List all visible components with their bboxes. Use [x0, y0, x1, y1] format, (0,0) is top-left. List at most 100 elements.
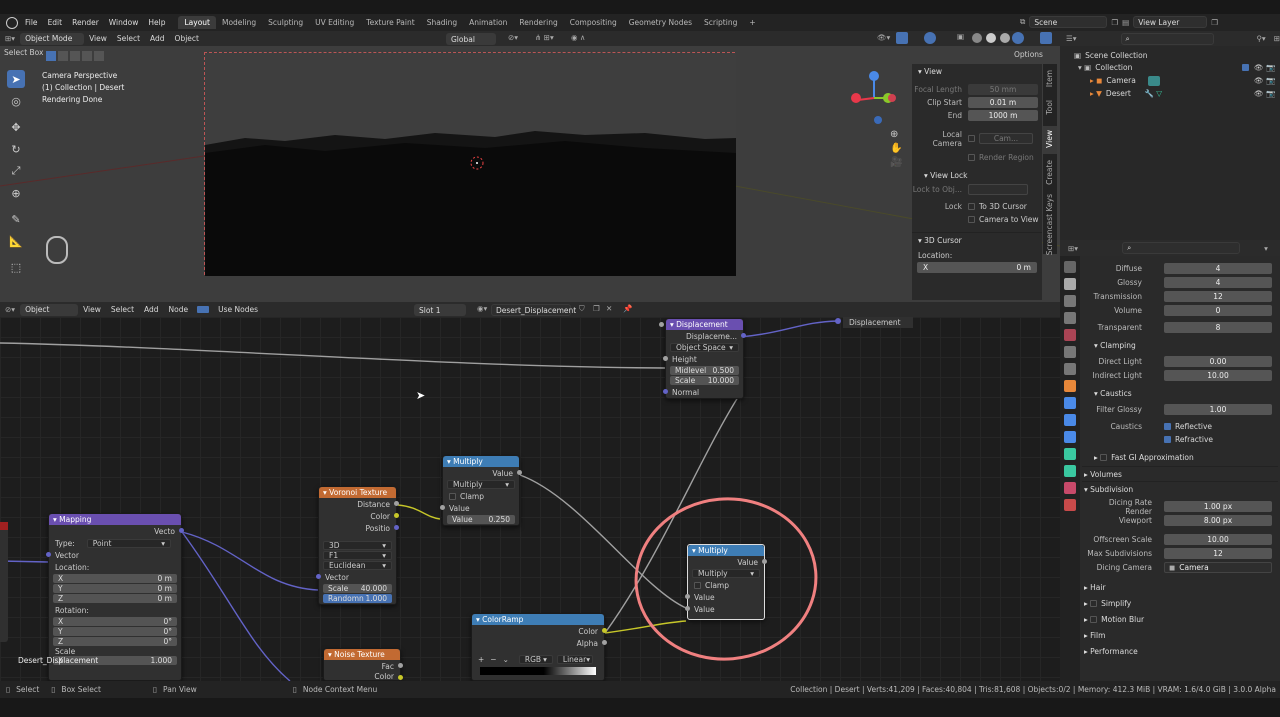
- location-z-field[interactable]: Z 0 m: [53, 594, 177, 603]
- tab-texture-paint[interactable]: Texture Paint: [360, 16, 420, 29]
- node-editor-type-icon[interactable]: ⊘▾: [0, 305, 20, 314]
- noise-texture-node[interactable]: ▾ Noise Texture Fac Color: [323, 648, 403, 681]
- view-section-header[interactable]: ▾ View: [912, 64, 1042, 79]
- lock-to-object-field[interactable]: [968, 184, 1028, 195]
- use-nodes-checkbox[interactable]: [197, 306, 210, 313]
- simplify-header[interactable]: ▸ Simplify: [1082, 596, 1278, 611]
- multiply-2-clamp-checkbox[interactable]: [694, 581, 701, 589]
- height-socket[interactable]: [663, 356, 668, 361]
- constraints-tab-icon[interactable]: [1064, 448, 1076, 460]
- editor-type-icon[interactable]: ⊞▾: [0, 34, 20, 43]
- multiply-1-input-2[interactable]: Value 0.250: [447, 515, 515, 524]
- filter-glossy-field[interactable]: 1.00: [1164, 404, 1272, 415]
- reflective-checkbox[interactable]: [1164, 423, 1171, 430]
- midlevel-socket[interactable]: [659, 322, 664, 327]
- transparent-field[interactable]: 8: [1164, 322, 1272, 333]
- multiply-1-op-dropdown[interactable]: Multiply ▾: [447, 480, 515, 489]
- displacement-node-header[interactable]: ▾ Displacement: [666, 319, 743, 330]
- select-subtract-icon[interactable]: [70, 51, 80, 61]
- mapping-vector-socket[interactable]: [46, 552, 51, 557]
- subdivision-header[interactable]: ▾ Subdivision: [1082, 481, 1278, 496]
- midlevel-field[interactable]: Midlevel 0.500: [659, 322, 739, 375]
- select-tool-icon[interactable]: ➤: [7, 70, 25, 88]
- blender-logo-icon[interactable]: [6, 16, 18, 29]
- add-workspace-icon[interactable]: +: [743, 16, 761, 29]
- multiply-node-1[interactable]: ▾ Multiply Value Multiply ▾ Clamp Value V…: [440, 455, 522, 526]
- colorramp-header[interactable]: ▾ ColorRamp: [472, 614, 604, 625]
- voronoi-header[interactable]: ▾ Voronoi Texture: [319, 487, 396, 498]
- rotation-x-field[interactable]: X 0°: [53, 617, 177, 626]
- shading-wire-icon[interactable]: [972, 33, 982, 43]
- tab-modeling[interactable]: Modeling: [216, 16, 262, 29]
- multiply-node-2[interactable]: ▾ Multiply Value Multiply ▾ Clamp Value V…: [685, 544, 767, 620]
- focal-length-field[interactable]: 50 mm: [968, 84, 1038, 95]
- collection-visibility-icon[interactable]: 👁: [1254, 63, 1264, 72]
- pin-icon[interactable]: 📌: [618, 304, 637, 313]
- view-layer-tab-icon[interactable]: [1064, 312, 1076, 324]
- rotation-y-field[interactable]: Y 0°: [53, 627, 177, 636]
- max-subdivisions-field[interactable]: 12: [1164, 548, 1272, 559]
- zoom-icon[interactable]: ⊕: [890, 128, 902, 142]
- noise-color-socket[interactable]: [398, 675, 403, 680]
- tab-item[interactable]: Item: [1045, 70, 1054, 87]
- tab-screencast-keys[interactable]: Screencast Keys: [1045, 194, 1054, 255]
- colorramp-alpha-socket[interactable]: [602, 640, 607, 645]
- material-output-node[interactable]: Displacement: [843, 317, 913, 328]
- voronoi-vector-socket[interactable]: [316, 574, 321, 579]
- caustics-header[interactable]: ▾ Caustics: [1082, 386, 1278, 401]
- view-lock-header[interactable]: ▾ View Lock: [912, 168, 1042, 183]
- tool-tab-icon[interactable]: [1064, 261, 1076, 273]
- orientation-dropdown[interactable]: Global: [446, 33, 496, 45]
- menu-window[interactable]: Window: [104, 18, 144, 27]
- tab-sculpting[interactable]: Sculpting: [262, 16, 309, 29]
- xray-icon[interactable]: ▣: [952, 32, 969, 41]
- options-dropdown[interactable]: Options: [1014, 50, 1043, 59]
- tab-animation[interactable]: Animation: [463, 16, 513, 29]
- new-collection-icon[interactable]: ⊞: [1274, 34, 1280, 43]
- measure-tool-icon[interactable]: 📐: [7, 232, 25, 250]
- object-mode-dropdown[interactable]: Object Mode: [20, 32, 85, 45]
- select-intersect-icon[interactable]: [94, 51, 104, 61]
- properties-editor-icon[interactable]: ⊞▾: [1068, 244, 1078, 253]
- multiply-1-in1-socket[interactable]: [440, 505, 445, 510]
- camera-view-icon[interactable]: 🎥: [890, 156, 902, 170]
- tab-shading[interactable]: Shading: [421, 16, 463, 29]
- colorramp-color-socket[interactable]: [602, 628, 607, 633]
- dicing-camera-field[interactable]: ◼ Camera: [1164, 562, 1272, 573]
- shader-type-dropdown[interactable]: Object: [20, 303, 79, 316]
- node-editor[interactable]: Displacement ➤ ▾ Displacement Displaceme…: [0, 317, 1060, 681]
- camera-to-view-checkbox[interactable]: [968, 216, 975, 223]
- location-y-field[interactable]: Y 0 m: [53, 584, 177, 593]
- tab-geometry-nodes[interactable]: Geometry Nodes: [623, 16, 698, 29]
- voronoi-dimension-dropdown[interactable]: 3D ▾: [323, 541, 392, 550]
- hair-header[interactable]: ▸ Hair: [1082, 580, 1278, 595]
- object-tab-icon[interactable]: [1064, 380, 1076, 392]
- tab-create[interactable]: Create: [1045, 160, 1054, 185]
- desert-render-icon[interactable]: 📷: [1266, 89, 1275, 98]
- shading-material-icon[interactable]: [1000, 33, 1010, 43]
- move-tool-icon[interactable]: ✥: [7, 118, 25, 136]
- voronoi-color-socket[interactable]: [394, 513, 399, 518]
- select-extend-icon[interactable]: [58, 51, 68, 61]
- modifiers-tab-icon[interactable]: [1064, 397, 1076, 409]
- mapping-header[interactable]: ▾ Mapping: [49, 514, 181, 525]
- multiply-1-output-socket[interactable]: [517, 470, 522, 475]
- collection-tab-icon[interactable]: [1064, 363, 1076, 375]
- displacement-space-dropdown[interactable]: Object Space ▾: [670, 343, 739, 352]
- outliner-item-desert[interactable]: ▸ ▼ Desert 🔧 ▽ 👁 📷: [1060, 87, 1280, 100]
- visibility-icon[interactable]: 👁▾: [872, 33, 895, 42]
- scene-field[interactable]: Scene: [1029, 16, 1108, 28]
- outliner-search[interactable]: ⌕: [1120, 32, 1215, 45]
- viewport-menu-object[interactable]: Object: [170, 34, 204, 43]
- tab-layout[interactable]: Layout: [178, 16, 216, 29]
- volume-field[interactable]: 0: [1164, 305, 1272, 316]
- local-camera-field[interactable]: Cam...: [979, 133, 1033, 144]
- voronoi-distance-socket[interactable]: [394, 501, 399, 506]
- viewport-menu-select[interactable]: Select: [112, 34, 145, 43]
- overlay-toggle-icon[interactable]: [924, 32, 936, 44]
- node-menu-view[interactable]: View: [78, 305, 106, 314]
- local-camera-checkbox[interactable]: [968, 135, 975, 142]
- view-layer-field[interactable]: View Layer: [1133, 16, 1208, 28]
- viewport-menu-view[interactable]: View: [84, 34, 112, 43]
- direct-light-field[interactable]: 0.00: [1164, 356, 1272, 367]
